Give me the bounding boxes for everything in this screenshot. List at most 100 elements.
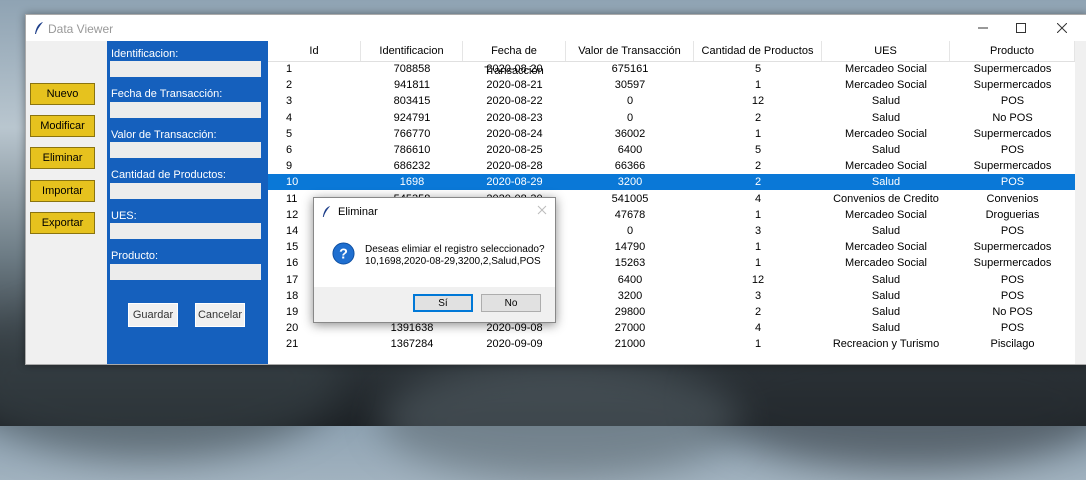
guardar-button[interactable]: Guardar (128, 303, 178, 327)
table-cell: Salud (871, 144, 901, 156)
exportar-button[interactable]: Exportar (30, 212, 95, 234)
table-cell: Salud (871, 225, 901, 237)
importar-button[interactable]: Importar (30, 180, 95, 202)
table-cell: 803415 (393, 95, 431, 108)
cancelar-button[interactable]: Cancelar (195, 303, 245, 327)
column-header[interactable]: Fecha de Transacción (463, 41, 566, 77)
cantidad-field[interactable] (110, 183, 261, 199)
table-cell: 2020-08-21 (486, 79, 543, 92)
window-titlebar[interactable]: Data Viewer (26, 15, 1086, 41)
table-cell: 686232 (393, 160, 431, 173)
dialog-message-line2: 10,1698,2020-08-29,3200,2,Salud,POS (365, 256, 541, 267)
table-row[interactable]: 2 941811 2020-08-21 30597 1 Mercadeo Social Su… (268, 77, 1075, 93)
table-row-selected[interactable]: 10 1698 2020-08-29 3200 2 Salud POS (268, 174, 1075, 191)
table-cell: 766770 (393, 127, 431, 140)
table-cell: 14790 (614, 241, 646, 254)
table-cell: 786610 (393, 144, 431, 156)
column-header[interactable]: Cantidad de Productos (694, 41, 822, 61)
fecha-field[interactable] (110, 102, 261, 118)
yes-button[interactable]: Sí (413, 294, 473, 312)
close-icon (1057, 23, 1067, 33)
table-cell: Salud (871, 306, 901, 318)
modificar-button[interactable]: Modificar (30, 115, 95, 137)
dialog-message: Deseas elimiar el registro seleccionado?… (365, 244, 545, 268)
table-row[interactable]: 21 1367284 2020-09-09 21000 1 Recreacion y Tu… (268, 336, 1075, 352)
table-cell: Convenios de Credito (833, 192, 939, 205)
table-cell: 541005 (611, 192, 649, 205)
question-icon: ? (332, 242, 355, 265)
minimize-button[interactable] (964, 15, 1002, 41)
table-row[interactable]: 4 924791 2020-08-23 0 2 Salud No POS (268, 110, 1075, 126)
column-header[interactable]: Producto (950, 41, 1075, 61)
maximize-button[interactable] (1002, 15, 1040, 41)
table-cell: 2020-08-22 (486, 95, 543, 108)
table-cell: Convenios (986, 192, 1039, 205)
column-header[interactable]: Valor de Transacción (566, 41, 694, 61)
table-cell: 4 (754, 192, 762, 205)
table-cell: Salud (871, 273, 901, 286)
wallpaper-cloud (380, 360, 740, 480)
table-cell: Droguerias (985, 208, 1040, 221)
table-scrollbar[interactable] (1075, 41, 1086, 364)
table-cell: 3200 (617, 176, 643, 189)
table-cell: 4 (286, 111, 293, 124)
table-cell: POS (1000, 273, 1025, 286)
table-cell: 10 (286, 176, 299, 189)
dialog-message-line1: Deseas elimiar el registro seleccionado? (365, 244, 545, 255)
table-cell: 5 (754, 63, 762, 75)
table-cell: 2020-08-20 (486, 63, 543, 75)
table-cell: 1 (754, 79, 762, 92)
table-cell: 27000 (614, 322, 646, 335)
table-cell: 21 (286, 338, 299, 351)
eliminar-button[interactable]: Eliminar (30, 147, 95, 169)
column-header[interactable]: UES (822, 41, 950, 61)
table-row[interactable]: 9 686232 2020-08-28 66366 2 Mercadeo Social Su… (268, 158, 1075, 174)
table-cell: 2 (754, 111, 762, 124)
table-cell: 941811 (394, 79, 430, 92)
table-cell: 0 (626, 225, 634, 237)
ues-field[interactable] (110, 223, 261, 239)
table-cell: Mercadeo Social (845, 79, 927, 92)
maximize-icon (1016, 23, 1026, 33)
dialog-titlebar[interactable]: Eliminar (314, 198, 555, 225)
table-cell: 2020-08-25 (486, 144, 543, 156)
feather-icon (322, 206, 331, 217)
record-form-panel: Identificacion: Fecha de Transacción: Va… (107, 41, 268, 364)
close-button[interactable] (1043, 15, 1081, 41)
nuevo-button[interactable]: Nuevo (30, 83, 95, 105)
table-cell: 2 (754, 306, 762, 318)
identificacion-field[interactable] (110, 61, 261, 77)
table-cell: 6 (286, 144, 293, 156)
table-cell: 1 (754, 127, 762, 140)
table-cell: POS (1000, 176, 1025, 189)
table-cell: Salud (871, 176, 901, 189)
table-row[interactable]: 5 766770 2020-08-24 36002 1 Mercadeo Social Su… (268, 126, 1075, 142)
table-row[interactable]: 3 803415 2020-08-22 0 12 Salud POS (268, 93, 1075, 109)
column-header[interactable]: Id (268, 41, 361, 61)
table-cell: 1 (754, 257, 762, 270)
table-row[interactable]: 1 708858 2020-08-20 675161 5 Mercadeo Social S… (268, 61, 1075, 77)
column-header[interactable]: Identificacion (361, 41, 463, 61)
table-cell: Mercadeo Social (845, 63, 927, 75)
minimize-icon (978, 27, 988, 29)
table-cell: Salud (871, 111, 901, 124)
table-cell: POS (1000, 289, 1025, 302)
table-cell: 675161 (611, 63, 649, 75)
table-row[interactable]: 6 786610 2020-08-25 6400 5 Salud POS (268, 142, 1075, 158)
table-cell: 3 (286, 95, 293, 108)
table-cell: POS (1000, 95, 1025, 108)
no-button[interactable]: No (481, 294, 541, 312)
table-cell: 21000 (614, 338, 646, 351)
table-cell: 2020-08-23 (486, 111, 543, 124)
table-cell: Mercadeo Social (845, 241, 927, 254)
ues-label: UES: (111, 210, 137, 222)
table-cell: 66366 (614, 160, 646, 173)
window-title: Data Viewer (48, 22, 114, 36)
valor-field[interactable] (110, 142, 261, 158)
table-cell: 9 (286, 160, 293, 173)
producto-field[interactable] (110, 264, 261, 280)
producto-label: Producto: (111, 250, 159, 262)
table-cell: 1 (754, 338, 762, 351)
table-cell: Supermercados (973, 127, 1052, 140)
close-icon[interactable] (535, 203, 549, 217)
